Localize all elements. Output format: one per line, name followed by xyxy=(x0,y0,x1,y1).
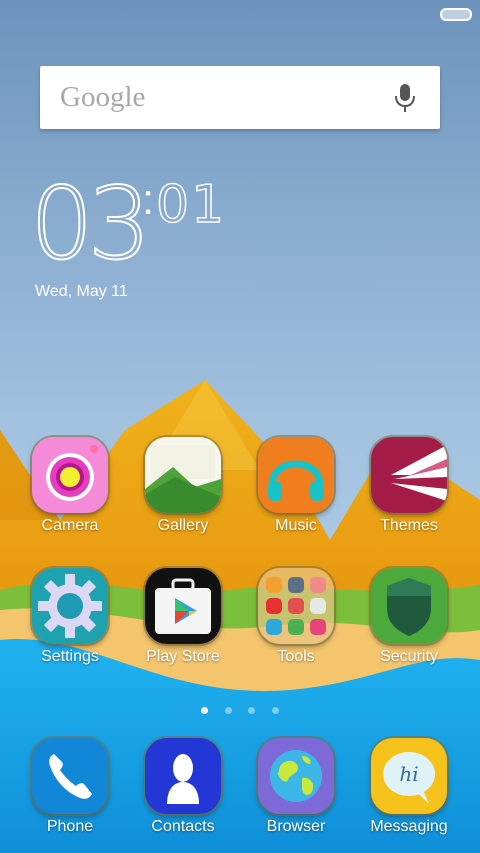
themes-icon xyxy=(371,437,447,513)
phone-icon xyxy=(32,738,108,814)
app-label: Settings xyxy=(41,648,99,665)
dock-contacts[interactable]: Contacts xyxy=(128,738,238,836)
app-security[interactable]: Security xyxy=(354,568,464,666)
clock-minutes: 01 xyxy=(155,174,227,236)
app-label: Phone xyxy=(46,818,94,835)
app-label: Gallery xyxy=(157,517,209,534)
clock-separator: : xyxy=(142,175,155,224)
app-camera[interactable]: Camera xyxy=(15,437,125,535)
app-label: Messaging xyxy=(370,818,448,835)
google-search-bar[interactable]: Google xyxy=(40,66,440,129)
svg-text:hi: hi xyxy=(399,762,418,786)
app-label: Play Store xyxy=(146,648,220,665)
app-themes[interactable]: Themes xyxy=(354,437,464,535)
headphones-icon xyxy=(258,437,334,513)
play-store-icon xyxy=(145,568,221,644)
clock-date: Wed, May 11 xyxy=(35,283,128,300)
page-dot[interactable] xyxy=(271,707,279,714)
shield-icon xyxy=(371,568,447,644)
app-label: Camera xyxy=(41,517,99,534)
page-dot[interactable] xyxy=(224,707,232,714)
gallery-icon xyxy=(145,437,221,513)
dock-browser[interactable]: Browser xyxy=(241,738,351,836)
app-music[interactable]: Music xyxy=(241,437,351,535)
page-dot[interactable] xyxy=(248,707,256,714)
app-label: Themes xyxy=(380,517,438,534)
page-dot[interactable] xyxy=(201,707,209,714)
app-label: Tools xyxy=(277,648,315,665)
app-settings[interactable]: Settings xyxy=(15,568,125,666)
app-gallery[interactable]: Gallery xyxy=(128,437,238,535)
clock-hours: 03 xyxy=(29,164,152,283)
message-icon: hi xyxy=(371,738,447,814)
contacts-icon xyxy=(145,738,221,814)
app-tools-folder[interactable]: Tools xyxy=(241,568,351,666)
camera-icon xyxy=(32,437,108,513)
dock-phone[interactable]: Phone xyxy=(15,738,125,836)
gear-icon xyxy=(32,568,108,644)
app-label: Browser xyxy=(266,818,326,835)
app-label: Security xyxy=(380,648,438,665)
dock-messaging[interactable]: hi Messaging xyxy=(354,738,464,836)
google-logo: Google xyxy=(60,81,146,113)
folder-icon xyxy=(258,568,334,644)
battery-icon xyxy=(440,8,472,21)
page-indicator[interactable] xyxy=(0,701,480,719)
globe-icon xyxy=(258,738,334,814)
app-play-store[interactable]: Play Store xyxy=(128,568,238,666)
app-label: Contacts xyxy=(151,818,215,835)
app-label: Music xyxy=(275,517,317,534)
mic-icon[interactable] xyxy=(394,83,416,113)
